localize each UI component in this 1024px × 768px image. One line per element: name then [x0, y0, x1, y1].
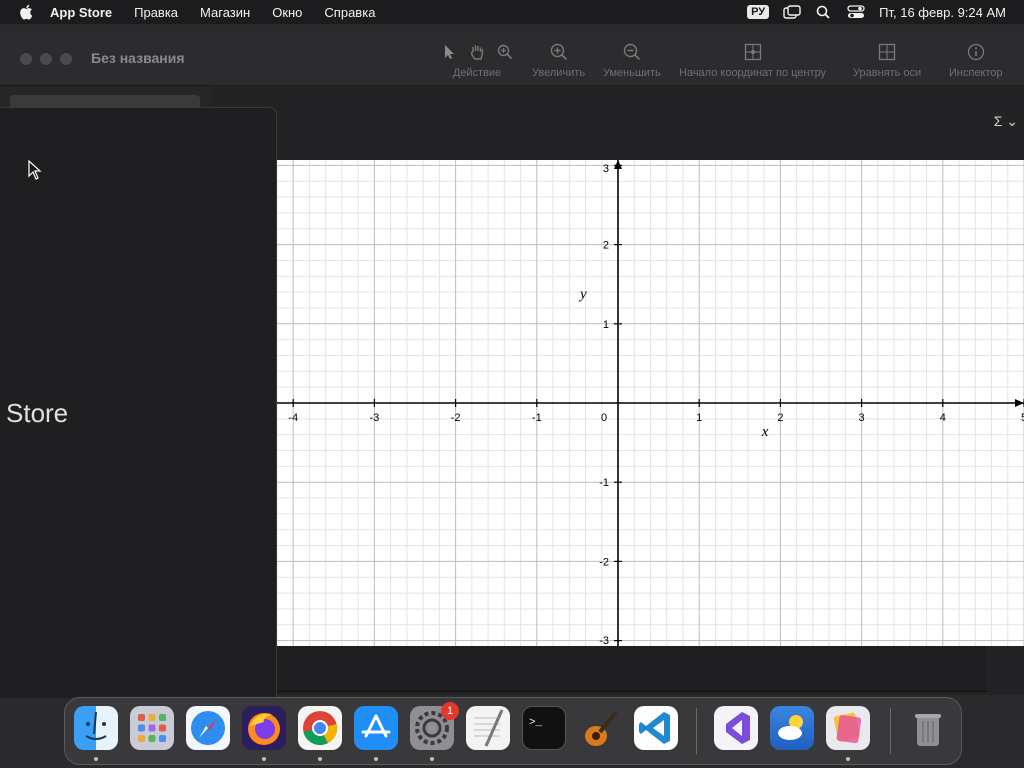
menu-edit[interactable]: Правка [134, 5, 178, 20]
finder-running-indicator [94, 757, 98, 761]
chrome-icon[interactable] [298, 706, 342, 750]
menu-window[interactable]: Окно [272, 5, 302, 20]
arrow-pointer-icon[interactable] [440, 43, 458, 61]
weather-icon[interactable] [770, 706, 814, 750]
close-window-button[interactable] [20, 53, 32, 65]
coordinate-plane[interactable]: -4-3-2-1012345321-1-2-3 x y [277, 160, 1024, 646]
graph-canvas[interactable]: -4-3-2-1012345321-1-2-3 x y [277, 160, 1024, 646]
apple-logo-icon[interactable] [18, 3, 36, 21]
app-store-icon[interactable] [354, 706, 398, 750]
inspector-button[interactable]: Инспектор [949, 41, 1003, 79]
input-source-badge[interactable]: РУ [747, 5, 770, 19]
zoom-in-button[interactable]: Увеличить [532, 41, 585, 79]
visual-studio-icon[interactable] [714, 706, 758, 750]
menu-help[interactable]: Справка [324, 5, 375, 20]
window-toolbar: Без названия Действие Увеличить Уменьшит… [0, 33, 1024, 86]
x-tick-label: 1 [696, 412, 702, 424]
menu-app-name[interactable]: App Store [50, 5, 112, 20]
pixelmator-icon[interactable] [826, 706, 870, 750]
info-icon [967, 43, 984, 61]
y-tick-label: 2 [603, 240, 609, 252]
app-store-running-indicator [374, 757, 378, 761]
window-title: Без названия [91, 50, 185, 66]
dock-separator-trash [890, 708, 891, 754]
textedit-icon[interactable] [466, 706, 510, 750]
minimize-window-button[interactable] [40, 53, 52, 65]
y-tick-label: -3 [599, 635, 609, 646]
y-tick-label: -2 [599, 556, 609, 568]
settings-notification-badge: 1 [441, 702, 459, 720]
dock: 1 >_ [64, 697, 962, 765]
dock-separator [696, 708, 697, 754]
x-axis-label: x [761, 424, 769, 440]
x-axis-arrow [1015, 399, 1024, 407]
y-tick-label: 1 [603, 319, 609, 331]
finder-icon[interactable] [74, 706, 118, 750]
magnifier-icon[interactable] [496, 43, 514, 61]
hand-icon[interactable] [468, 43, 486, 61]
menu-bar: App Store Правка Магазин Окно Справка РУ… [0, 0, 1024, 24]
center-origin-label: Начало координат по центру [679, 67, 827, 79]
terminal-icon[interactable]: >_ [522, 706, 566, 750]
mouse-cursor-icon [28, 160, 42, 180]
center-origin-icon [744, 43, 761, 61]
chrome-running-indicator [318, 757, 322, 761]
y-tick-label: -1 [599, 477, 609, 489]
zoom-out-button[interactable]: Уменьшить [603, 41, 661, 79]
control-center-icon[interactable] [847, 5, 865, 19]
inspector-label: Инспектор [949, 67, 1003, 79]
zoom-in-icon [550, 43, 567, 61]
sum-menu-button[interactable]: Σ ⌄ [994, 113, 1018, 130]
vscode-icon[interactable] [634, 706, 678, 750]
garageband-icon[interactable] [578, 706, 622, 750]
x-tick-label: -3 [370, 412, 380, 424]
x-tick-label: 2 [777, 412, 783, 424]
x-tick-label: -1 [532, 412, 542, 424]
menu-store[interactable]: Магазин [200, 5, 250, 20]
equalize-axes-label: Уравнять оси [853, 67, 922, 79]
pixelmator-running-indicator [846, 757, 850, 761]
zoom-out-label: Уменьшить [603, 67, 661, 79]
menu-clock[interactable]: Пт, 16 февр. 9:24 AM [879, 5, 1006, 20]
zoom-in-label: Увеличить [532, 67, 586, 79]
y-tick-label: 3 [603, 163, 609, 175]
settings-running-indicator [430, 757, 434, 761]
y-axis-arrow [614, 160, 622, 169]
app-store-panel: Store [0, 107, 277, 698]
search-icon[interactable] [815, 5, 833, 19]
window-switch-icon[interactable] [783, 5, 801, 19]
safari-icon[interactable] [186, 706, 230, 750]
window-bottom-bar [277, 646, 987, 692]
x-tick-label: -4 [288, 412, 298, 424]
panel-title: Store [6, 398, 69, 428]
x-tick-label: 3 [859, 412, 865, 424]
equalize-axes-button[interactable]: Уравнять оси [853, 41, 921, 79]
action-tool-group[interactable]: Действие [440, 41, 514, 79]
svg-text:>_: >_ [529, 717, 543, 729]
grid-square-icon [878, 43, 896, 61]
y-axis-label: y [578, 286, 587, 302]
firefox-running-indicator [262, 757, 266, 761]
zoom-out-icon [623, 43, 640, 61]
action-label: Действие [452, 67, 502, 79]
x-tick-label: -2 [451, 412, 461, 424]
x-tick-label: 4 [940, 412, 946, 424]
zoom-window-button[interactable] [60, 53, 72, 65]
trash-icon[interactable] [906, 706, 950, 750]
x-tick-label: 0 [601, 412, 607, 424]
firefox-icon[interactable] [242, 706, 286, 750]
launchpad-icon[interactable] [130, 706, 174, 750]
center-origin-button[interactable]: Начало координат по центру [679, 41, 826, 79]
